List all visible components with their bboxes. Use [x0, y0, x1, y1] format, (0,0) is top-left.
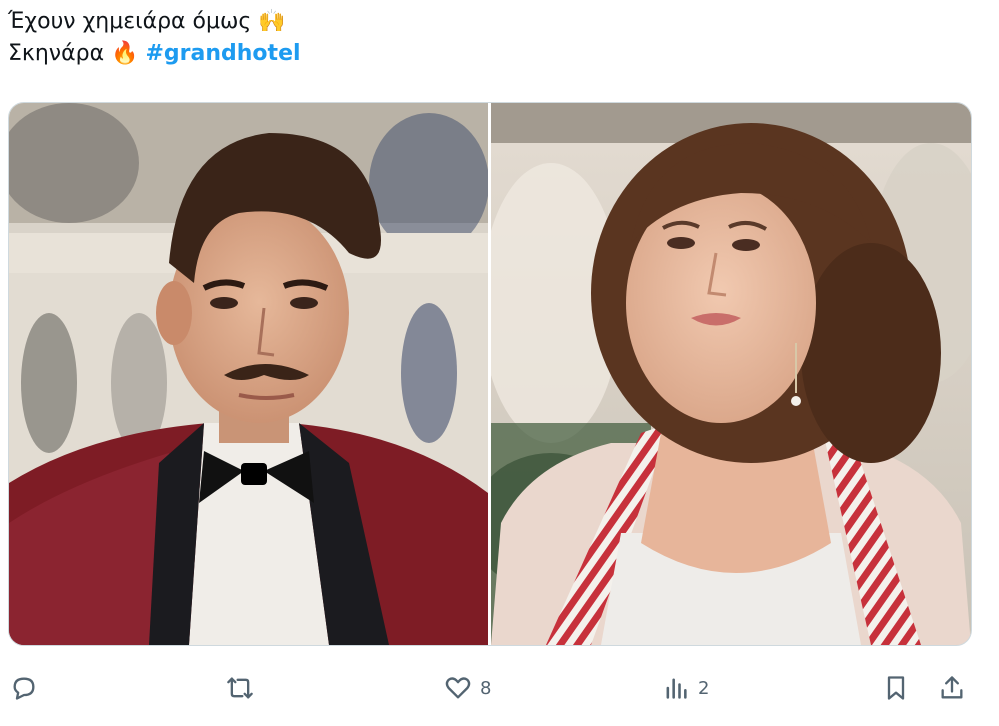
heart-icon: [444, 674, 472, 702]
left-photo[interactable]: [9, 103, 488, 645]
right-photo[interactable]: [491, 103, 971, 645]
share-icon: [938, 674, 966, 702]
left-photo-image: [9, 103, 488, 645]
views-count: 2: [698, 677, 710, 699]
views-chart-icon: [662, 674, 690, 702]
bookmark-icon: [882, 674, 910, 702]
tweet-actions: 8 2: [0, 664, 999, 712]
views-button[interactable]: 2: [662, 664, 709, 712]
like-button[interactable]: 8: [444, 664, 491, 712]
tweet-line-2-text: Σκηνάρα: [8, 41, 105, 66]
tweet-line-1: Έχουν χημειάρα όμως 🙌: [8, 6, 301, 38]
raising-hands-emoji: 🙌: [258, 9, 286, 34]
hashtag-link[interactable]: #grandhotel: [145, 41, 300, 66]
repost-button[interactable]: [226, 664, 262, 712]
tweet-line-1-text: Έχουν χημειάρα όμως: [8, 9, 252, 34]
tweet-text: Έχουν χημειάρα όμως 🙌 Σκηνάρα 🔥 #grandho…: [8, 6, 301, 70]
reply-button[interactable]: [10, 664, 46, 712]
tweet-line-2: Σκηνάρα 🔥 #grandhotel: [8, 38, 301, 70]
repost-icon: [226, 674, 254, 702]
reply-icon: [10, 674, 38, 702]
right-photo-image: [491, 103, 971, 645]
share-button[interactable]: [938, 664, 966, 712]
like-count: 8: [480, 677, 492, 699]
fire-emoji: 🔥: [111, 41, 139, 66]
media-grid: [8, 102, 972, 646]
bookmark-button[interactable]: [882, 664, 910, 712]
